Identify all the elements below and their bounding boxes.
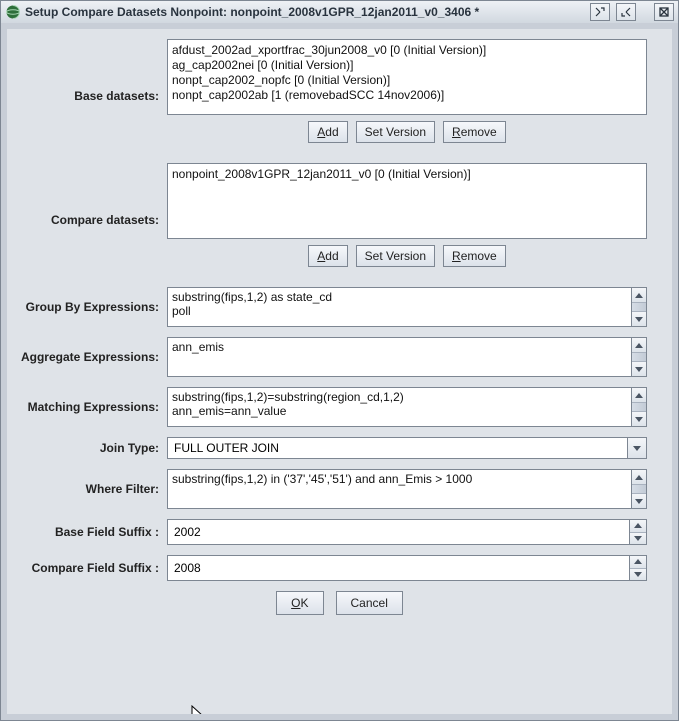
label-group-by: Group By Expressions: xyxy=(19,300,167,314)
scroll-down-icon[interactable] xyxy=(632,361,646,376)
remove-base-button[interactable]: Remove xyxy=(443,121,506,143)
where-wrap xyxy=(167,469,647,509)
scroll-thumb[interactable] xyxy=(632,353,646,361)
cancel-button[interactable]: Cancel xyxy=(336,591,403,615)
set-version-base-button[interactable]: Set Version xyxy=(356,121,435,143)
scroll-up-icon[interactable] xyxy=(632,470,646,485)
aggregate-scrollbar[interactable] xyxy=(631,337,647,377)
compare-buttons: Add Set Version Remove xyxy=(167,239,647,277)
join-type-value: FULL OUTER JOIN xyxy=(168,438,627,458)
base-datasets-val: afdust_2002ad_xportfrac_30jun2008_v0 [0 … xyxy=(167,39,660,153)
group-by-input[interactable] xyxy=(167,287,631,327)
aggregate-input[interactable] xyxy=(167,337,631,377)
label-compare-datasets: Compare datasets: xyxy=(19,213,167,227)
compare-suffix-spinner xyxy=(629,556,646,580)
compare-datasets-list[interactable]: nonpoint_2008v1GPR_12jan2011_v0 [0 (Init… xyxy=(167,163,647,239)
bottom-buttons: OK Cancel xyxy=(19,591,660,615)
spinner-down-icon[interactable] xyxy=(630,533,646,545)
row-matching: Matching Expressions: xyxy=(19,387,660,427)
scroll-up-icon[interactable] xyxy=(632,338,646,353)
add-compare-button[interactable]: Add xyxy=(308,245,347,267)
list-item[interactable]: nonpoint_2008v1GPR_12jan2011_v0 [0 (Init… xyxy=(172,167,642,182)
spinner-up-icon[interactable] xyxy=(630,520,646,533)
matching-input[interactable] xyxy=(167,387,631,427)
dialog-window: Setup Compare Datasets Nonpoint: nonpoin… xyxy=(0,0,679,721)
group-by-wrap xyxy=(167,287,647,327)
add-base-button[interactable]: Add xyxy=(308,121,347,143)
list-item[interactable]: nonpt_cap2002ab [1 (removebadSCC 14nov20… xyxy=(172,88,642,103)
matching-wrap xyxy=(167,387,647,427)
row-base-suffix: Base Field Suffix : xyxy=(19,519,660,545)
app-icon xyxy=(5,4,21,20)
spinner-up-icon[interactable] xyxy=(630,556,646,569)
base-suffix-input[interactable] xyxy=(168,520,629,544)
minimize-button[interactable] xyxy=(590,3,610,21)
scroll-up-icon[interactable] xyxy=(632,288,646,303)
window-title: Setup Compare Datasets Nonpoint: nonpoin… xyxy=(25,5,584,19)
scroll-down-icon[interactable] xyxy=(632,493,646,508)
label-base-datasets: Base datasets: xyxy=(19,89,167,103)
row-group-by: Group By Expressions: xyxy=(19,287,660,327)
label-aggregate: Aggregate Expressions: xyxy=(19,350,167,364)
label-matching: Matching Expressions: xyxy=(19,400,167,414)
row-compare-datasets: Compare datasets: nonpoint_2008v1GPR_12j… xyxy=(19,163,660,277)
row-compare-suffix: Compare Field Suffix : xyxy=(19,555,660,581)
label-join-type: Join Type: xyxy=(19,441,167,455)
ok-button[interactable]: OK xyxy=(276,591,323,615)
where-filter-input[interactable] xyxy=(167,469,631,509)
scroll-thumb[interactable] xyxy=(632,403,646,411)
where-scrollbar[interactable] xyxy=(631,469,647,509)
base-suffix-wrap xyxy=(167,519,647,545)
remove-compare-button[interactable]: Remove xyxy=(443,245,506,267)
group-by-scrollbar[interactable] xyxy=(631,287,647,327)
scroll-thumb[interactable] xyxy=(632,485,646,493)
base-datasets-list[interactable]: afdust_2002ad_xportfrac_30jun2008_v0 [0 … xyxy=(167,39,647,115)
chevron-down-icon[interactable] xyxy=(627,438,646,458)
title-bar: Setup Compare Datasets Nonpoint: nonpoin… xyxy=(1,1,678,24)
compare-datasets-val: nonpoint_2008v1GPR_12jan2011_v0 [0 (Init… xyxy=(167,163,660,277)
join-type-combo[interactable]: FULL OUTER JOIN xyxy=(167,437,647,459)
aggregate-wrap xyxy=(167,337,647,377)
scroll-up-icon[interactable] xyxy=(632,388,646,403)
compare-suffix-wrap xyxy=(167,555,647,581)
label-where-filter: Where Filter: xyxy=(19,482,167,496)
body-area: Base datasets: afdust_2002ad_xportfrac_3… xyxy=(1,23,678,720)
label-compare-suffix: Compare Field Suffix : xyxy=(19,561,167,575)
label-base-suffix: Base Field Suffix : xyxy=(19,525,167,539)
base-buttons: Add Set Version Remove xyxy=(167,115,647,153)
list-item[interactable]: nonpt_cap2002_nopfc [0 (Initial Version)… xyxy=(172,73,642,88)
list-item[interactable]: afdust_2002ad_xportfrac_30jun2008_v0 [0 … xyxy=(172,43,642,58)
row-where-filter: Where Filter: xyxy=(19,469,660,509)
matching-scrollbar[interactable] xyxy=(631,387,647,427)
spinner-down-icon[interactable] xyxy=(630,569,646,581)
row-aggregate: Aggregate Expressions: xyxy=(19,337,660,377)
compare-suffix-input[interactable] xyxy=(168,556,629,580)
scroll-down-icon[interactable] xyxy=(632,311,646,326)
row-base-datasets: Base datasets: afdust_2002ad_xportfrac_3… xyxy=(19,39,660,153)
row-join-type: Join Type: FULL OUTER JOIN xyxy=(19,437,660,459)
cursor-icon xyxy=(191,705,207,720)
scroll-down-icon[interactable] xyxy=(632,411,646,426)
set-version-compare-button[interactable]: Set Version xyxy=(356,245,435,267)
maximize-button[interactable] xyxy=(616,3,636,21)
list-item[interactable]: ag_cap2002nei [0 (Initial Version)] xyxy=(172,58,642,73)
close-button[interactable] xyxy=(654,3,674,21)
base-suffix-spinner xyxy=(629,520,646,544)
scroll-thumb[interactable] xyxy=(632,303,646,311)
